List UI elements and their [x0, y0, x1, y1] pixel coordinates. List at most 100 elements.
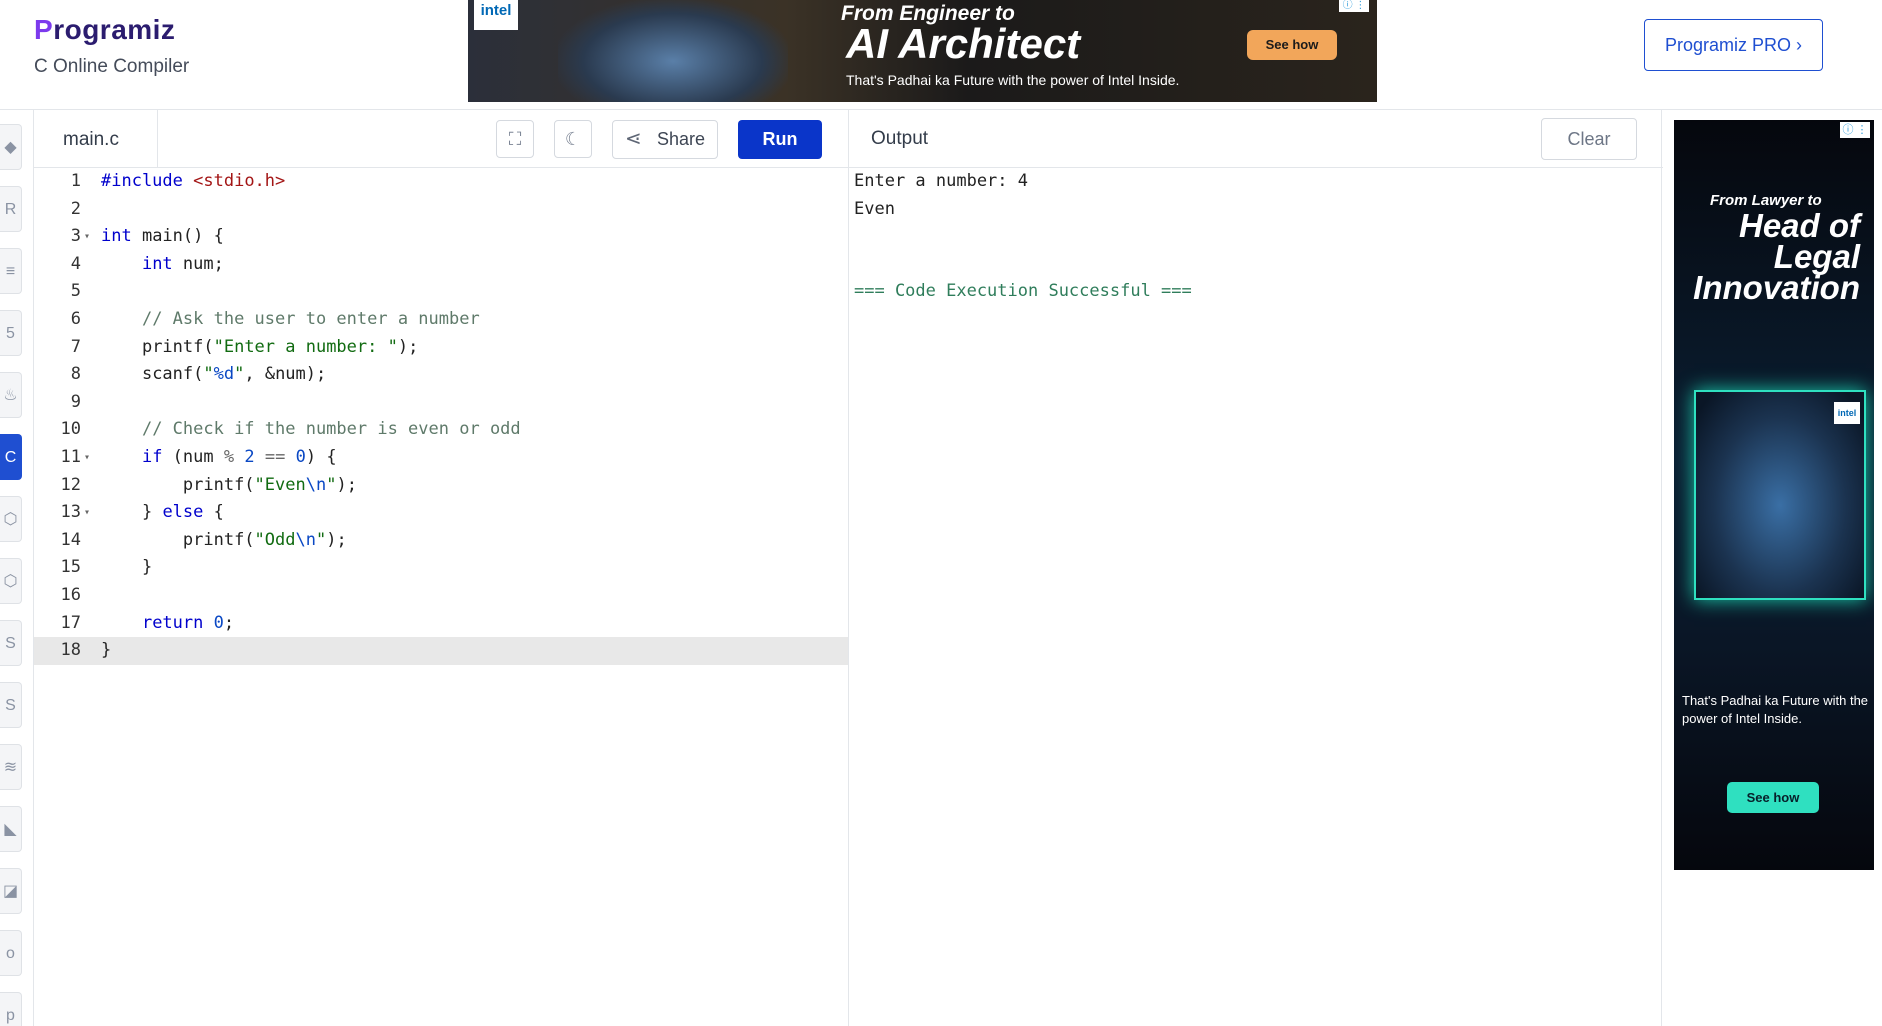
- line-number: 11: [60, 446, 81, 467]
- line-number: 2: [70, 198, 81, 219]
- file-tab-main-c[interactable]: main.c: [34, 110, 158, 168]
- moon-icon: ☾: [564, 129, 582, 149]
- java-icon[interactable]: ♨: [0, 372, 22, 418]
- editor-toolbar: main.c ⛶ ☾ ⋖ Share Run: [34, 110, 848, 168]
- line-number: 13: [60, 502, 81, 523]
- ad-image: [558, 0, 788, 102]
- code-text: printf("Even\n");: [182, 474, 357, 495]
- output-title: Output: [871, 128, 929, 149]
- output-line: Even: [854, 198, 895, 219]
- sql-icon[interactable]: ≡: [0, 248, 22, 294]
- line-number: 12: [60, 474, 81, 495]
- kotlin-icon[interactable]: ◣: [0, 806, 22, 852]
- ad-cta-button[interactable]: See how: [1247, 30, 1337, 60]
- code-text: if (num % 2 == 0) {: [141, 446, 337, 467]
- more-languages-icon[interactable]: p: [0, 992, 22, 1026]
- ad-tagline: That's Padhai ka Future with the power o…: [1682, 693, 1869, 726]
- code-text: // Ask the user to enter a number: [141, 308, 480, 329]
- code-area[interactable]: 1 #include <stdio.h> 2 3 ▾ int main() { 4 i…: [34, 168, 848, 1026]
- line-number: 6: [70, 308, 81, 329]
- adchoices-icon[interactable]: ⓘ ⋮: [1339, 0, 1369, 12]
- fullscreen-icon: ⛶: [508, 129, 522, 149]
- line-number: 9: [70, 391, 81, 412]
- output-console[interactable]: Enter a number: 4 Even === Code Executio…: [854, 168, 1192, 306]
- code-line: 8 scanf("%d", &num);: [34, 361, 848, 389]
- csharp-icon[interactable]: ⬡: [0, 558, 22, 604]
- go-icon[interactable]: ≋: [0, 744, 22, 790]
- line-number: 7: [70, 336, 81, 357]
- code-line: 13 ▾ } else {: [34, 499, 848, 527]
- code-line: 2: [34, 196, 848, 224]
- fold-toggle-icon[interactable]: ▾: [84, 223, 90, 251]
- c-icon[interactable]: C: [0, 434, 22, 480]
- code-line: 7 printf("Enter a number: ");: [34, 334, 848, 362]
- line-number: 15: [60, 557, 81, 578]
- line-number: 14: [60, 529, 81, 550]
- line-number: 5: [70, 281, 81, 302]
- cpp-icon[interactable]: ⬡: [0, 496, 22, 542]
- share-label: Share: [657, 129, 706, 149]
- code-line: 9: [34, 389, 848, 417]
- fold-toggle-icon[interactable]: ▾: [84, 444, 90, 472]
- js-icon[interactable]: S: [0, 620, 22, 666]
- code-text: return 0;: [141, 612, 235, 633]
- intel-logo: intel: [1834, 402, 1860, 424]
- line-number: 1: [70, 171, 81, 191]
- code-line: 11 ▾ if (num % 2 == 0) {: [34, 444, 848, 472]
- share-button[interactable]: ⋖ Share: [612, 120, 718, 159]
- code-line: 12 printf("Even\n");: [34, 472, 848, 500]
- code-line: 14 printf("Odd\n");: [34, 527, 848, 555]
- dark-mode-button[interactable]: ☾: [554, 120, 592, 158]
- fold-toggle-icon[interactable]: ▾: [84, 499, 90, 527]
- line-number: 4: [70, 253, 81, 274]
- app-root: Programiz C Online Compiler intel From E…: [0, 0, 1882, 1026]
- ad-cta-button[interactable]: See how: [1727, 782, 1819, 813]
- code-line: 1 #include <stdio.h>: [34, 168, 848, 196]
- run-button[interactable]: Run: [738, 120, 822, 159]
- code-text: printf("Odd\n");: [182, 529, 347, 550]
- top-ad-banner[interactable]: intel From Engineer to AI Architect That…: [468, 0, 1377, 102]
- language-sidebar: ◆ R ≡ 5 ♨ C ⬡ ⬡ S S ≋ ◣ ◪ o p: [0, 110, 34, 1026]
- side-ad-banner[interactable]: ⓘ ⋮ From Lawyer to Head of Legal Innovat…: [1674, 120, 1874, 870]
- code-line: 6 // Ask the user to enter a number: [34, 306, 848, 334]
- share-icon: ⋖: [625, 128, 642, 150]
- programiz-pro-button[interactable]: Programiz PRO ›: [1644, 19, 1823, 71]
- html-icon[interactable]: 5: [0, 310, 22, 356]
- fullscreen-button[interactable]: ⛶: [496, 120, 534, 158]
- code-text: } else {: [141, 502, 224, 523]
- code-text: int main() {: [101, 226, 224, 247]
- rust-icon[interactable]: ◪: [0, 868, 22, 914]
- line-number: 16: [60, 584, 81, 605]
- swift-icon[interactable]: S: [0, 682, 22, 728]
- output-header: Output Clear: [849, 110, 1663, 168]
- code-text: int num;: [141, 253, 224, 274]
- intel-logo: intel: [474, 0, 518, 30]
- compiler-title: C Online Compiler: [34, 56, 190, 77]
- programiz-logo[interactable]: Programiz: [34, 14, 175, 46]
- code-text: }: [101, 640, 112, 661]
- code-line: 15 }: [34, 554, 848, 582]
- code-line: 3 ▾ int main() {: [34, 223, 848, 251]
- output-pane: Output Clear Enter a number: 4 Even === …: [848, 110, 1663, 1026]
- ad-tagline: That's Padhai ka Future with the power o…: [846, 72, 1180, 88]
- execution-status: === Code Execution Successful ===: [854, 281, 1192, 302]
- header: Programiz C Online Compiler intel From E…: [0, 0, 1882, 110]
- code-line: 16: [34, 582, 848, 610]
- code-text: scanf("%d", &num);: [141, 364, 327, 385]
- php-icon[interactable]: o: [0, 930, 22, 976]
- ad-headline: AI Architect: [846, 20, 1081, 67]
- code-text: printf("Enter a number: ");: [141, 336, 419, 357]
- line-number: 17: [60, 612, 81, 633]
- ad-headline: Head of Legal Innovation: [1693, 207, 1860, 306]
- line-number: 3: [70, 226, 81, 247]
- line-number: 10: [60, 419, 81, 440]
- code-line: 17 return 0;: [34, 610, 848, 638]
- python-icon[interactable]: ◆: [0, 124, 22, 170]
- adchoices-icon[interactable]: ⓘ ⋮: [1840, 122, 1870, 138]
- r-icon[interactable]: R: [0, 186, 22, 232]
- code-text: #include <stdio.h>: [101, 171, 286, 191]
- line-number: 18: [60, 640, 81, 661]
- code-line-active: 18}: [34, 637, 848, 665]
- clear-button[interactable]: Clear: [1541, 118, 1637, 160]
